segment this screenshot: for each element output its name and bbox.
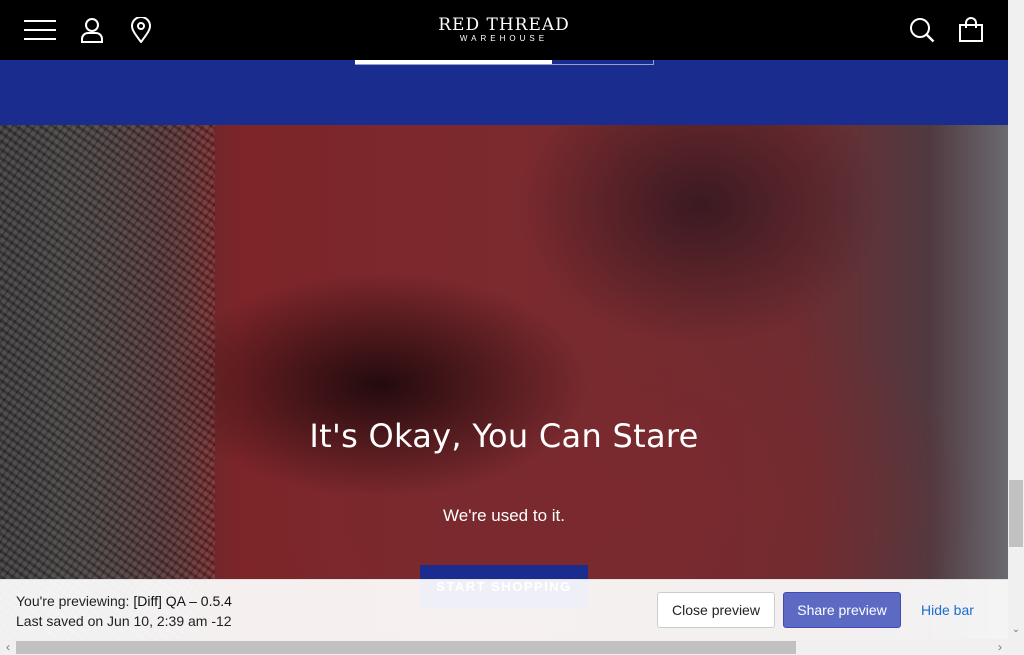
scroll-down-arrow-icon[interactable]: ⌄ xyxy=(1008,622,1024,638)
shopping-bag-icon[interactable] xyxy=(954,13,988,47)
hero-background-image xyxy=(0,125,215,655)
close-preview-button[interactable]: Close preview xyxy=(657,592,775,628)
blue-banner xyxy=(0,60,1008,125)
previewing-text: You're previewing: [Diff] QA – 0.5.4 xyxy=(16,593,232,609)
hero-title: It's Okay, You Can Stare xyxy=(309,417,699,455)
logo[interactable]: RED THREAD WAREHOUSE xyxy=(404,16,604,44)
hide-bar-link[interactable]: Hide bar xyxy=(921,602,974,618)
previewing-prefix: You're previewing: xyxy=(16,593,134,609)
account-icon[interactable] xyxy=(75,13,109,47)
horizontal-scrollbar-thumb[interactable] xyxy=(16,641,796,654)
page: RED THREAD WAREHOUSE It's Okay, You Can … xyxy=(0,0,1024,655)
scroll-right-arrow-icon[interactable]: › xyxy=(992,639,1008,655)
theme-name: [Diff] QA – 0.5.4 xyxy=(133,593,232,609)
menu-icon[interactable] xyxy=(23,13,57,47)
preview-bar: You're previewing: [Diff] QA – 0.5.4 Las… xyxy=(0,579,1008,639)
last-saved-text: Last saved on Jun 10, 2:39 am -12 xyxy=(16,613,232,629)
search-icon[interactable] xyxy=(905,13,939,47)
hero-subtitle: We're used to it. xyxy=(443,506,565,525)
hero-banner: It's Okay, You Can Stare We're used to i… xyxy=(0,125,1008,655)
location-pin-icon[interactable] xyxy=(124,13,158,47)
vertical-scrollbar-thumb[interactable] xyxy=(1009,480,1023,547)
tab-indicator-active xyxy=(355,60,552,64)
logo-sub-text: WAREHOUSE xyxy=(459,34,549,43)
logo-main-text: RED THREAD xyxy=(438,15,570,35)
scroll-left-arrow-icon[interactable]: ‹ xyxy=(0,639,16,655)
share-preview-button[interactable]: Share preview xyxy=(783,592,901,628)
site-header: RED THREAD WAREHOUSE xyxy=(0,0,1008,60)
